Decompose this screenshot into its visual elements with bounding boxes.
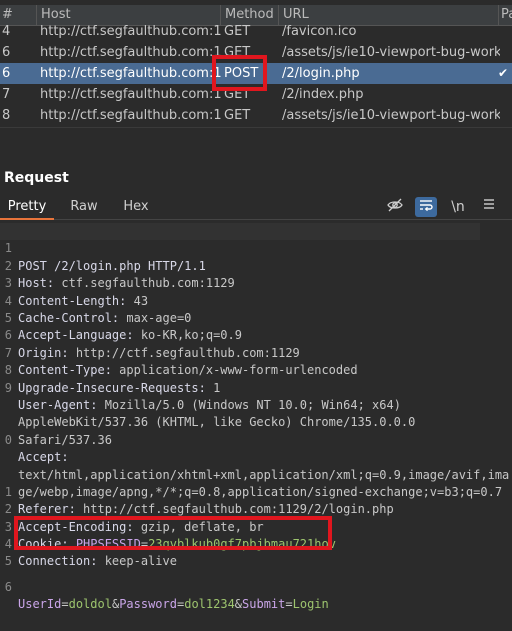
header-line: 5 Accept-Language: ko-KR,ko;q=0.9 [0,293,512,342]
panel-title: Request [4,170,69,186]
header-line: 8 Upgrade-Insecure-Requests: 1 [0,345,512,394]
tab-label: Raw [70,199,98,214]
row-number: 7 [2,87,11,102]
http-history-table: # Host Method URL Pa 4 http://ctf.segfau… [0,0,512,127]
body-param-value: doldol [68,597,112,612]
header-line: 9 User-Agent: Mozilla/5.0 (Windows NT 10… [0,362,512,412]
body-line: 6 UserId=doldol&Password=dol1234&Submit=… [0,561,512,611]
row-number: 6 [2,45,11,60]
history-row[interactable]: 4 http://ctf.segfaulthub.com:1... GET /f… [0,21,512,42]
body-param-name: Password [119,597,177,612]
body-param-name: UserId [18,597,62,612]
row-host: http://ctf.segfaulthub.com:1... [40,66,222,81]
line-number: 6 [4,579,12,594]
request-line: 1 POST /2/login.php HTTP/1.1 [0,223,480,273]
tab-raw[interactable]: Raw [64,195,104,219]
row-method: GET [224,108,251,123]
request-view-tabs: Pretty Raw Hex \n [0,195,512,220]
row-number: 4 [2,24,11,39]
header-line: 4 Cache-Control: max-age=0 [0,275,512,325]
row-number: 6 [2,66,11,81]
wrapped-line: Safari/537.36 [0,397,512,447]
header-line: 3 Content-Length: 43 [0,258,512,307]
row-host: http://ctf.segfaulthub.com:1... [40,87,222,102]
history-row[interactable]: 8 http://ctf.segfaulthub.com:1... GET /a… [0,105,512,126]
tab-pretty[interactable]: Pretty [0,195,54,220]
method-highlight-box [212,55,267,91]
body-param-name: Submit [242,597,286,612]
tab-label: Hex [123,199,149,214]
row-url: /assets/js/ie10-viewport-bug-work... [282,108,500,123]
body-param-value: dol1234 [184,597,235,612]
panel-splitter[interactable] [0,127,512,166]
active-tab-indicator [0,218,54,220]
header-line: 1 Referer: http://ctf.segfaulthub.com:11… [0,466,512,516]
row-host: http://ctf.segfaulthub.com:1... [40,45,222,60]
row-method: GET [224,24,251,39]
header-line: 0 Accept: [0,414,512,464]
row-number: 8 [2,108,11,123]
newline-toggle-button[interactable]: \n [446,197,470,217]
header-line: 6 Origin: http://ctf.segfaulthub.com:112… [0,310,512,359]
newline-label: \n [451,199,465,215]
row-url: /assets/js/ie10-viewport-bug-work... [282,45,500,60]
row-host: http://ctf.segfaulthub.com:1... [40,108,222,123]
tab-label: Pretty [7,199,47,214]
header-line: 2 Host: ctf.segfaulthub.com:1129 [0,240,512,290]
tab-hex[interactable]: Hex [116,195,156,219]
body-highlight-box [14,516,332,550]
header-line: 2 Accept-Encoding: gzip, deflate, br [0,484,512,533]
row-url: /2/index.php [282,87,364,102]
row-url: /favicon.ico [282,24,357,39]
row-url: /2/login.php [282,66,360,81]
eye-off-icon[interactable] [384,197,406,217]
row-host: http://ctf.segfaulthub.com:1... [40,24,222,39]
header-line: 7 Content-Type: application/x-www-form-u… [0,327,512,377]
wrapped-line: ge/webp,image/apng,*/*;q=0.8,application… [0,449,512,499]
body-param-value: Login [292,597,329,612]
word-wrap-icon[interactable] [415,197,437,217]
wrapped-line: AppleWebKit/537.36 (KHTML, like Gecko) C… [0,380,512,429]
wrapped-line: text/html,application/xhtml+xml,applicat… [0,432,512,482]
checkmark-icon: ✔ [497,66,508,80]
hamburger-menu-icon[interactable] [478,197,500,217]
